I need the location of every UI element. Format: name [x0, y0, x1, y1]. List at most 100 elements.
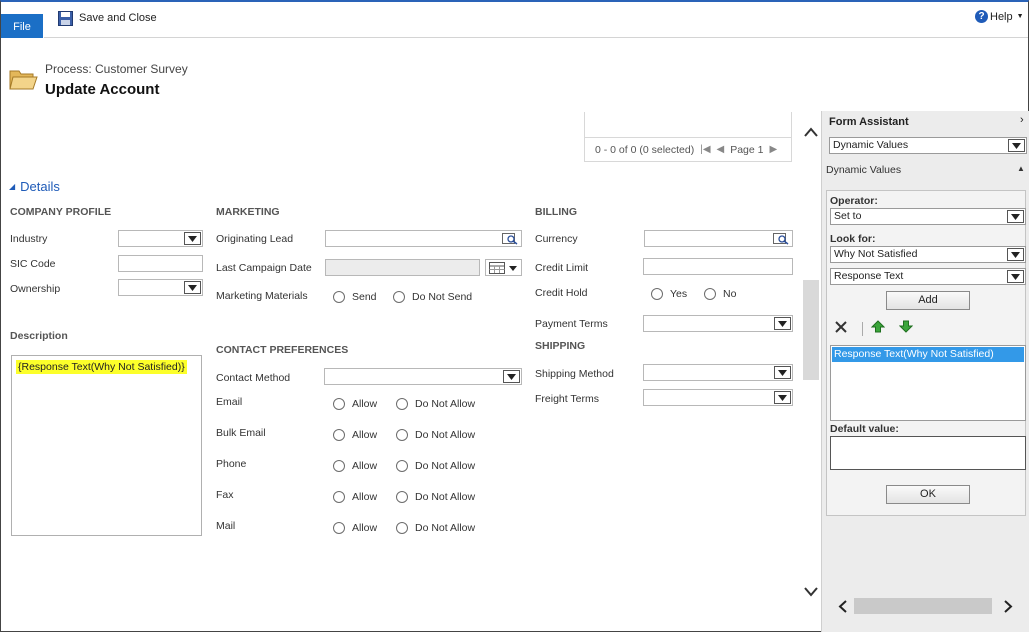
move-up-icon[interactable]: [871, 320, 885, 333]
chevron-down-icon: [1007, 270, 1024, 283]
allow-label: Allow: [352, 491, 378, 503]
email-allow-radio[interactable]: [333, 398, 345, 410]
details-section-header[interactable]: ◢ Details: [9, 179, 60, 194]
credit-hold-label: Credit Hold: [535, 287, 588, 299]
marketing-materials-label: Marketing Materials: [216, 290, 308, 302]
move-down-icon[interactable]: [899, 320, 913, 333]
no-label: No: [723, 288, 737, 300]
originating-lead-label: Originating Lead: [216, 233, 294, 245]
fax-allow-radio[interactable]: [333, 491, 345, 503]
chevron-down-icon: [1008, 139, 1025, 152]
form-assistant-title: Form Assistant: [829, 116, 909, 128]
mail-allow-option[interactable]: Allow: [333, 522, 377, 534]
send-radio[interactable]: [333, 291, 345, 303]
toolbar-divider: [44, 37, 1028, 38]
do-not-allow-label: Do Not Allow: [415, 522, 476, 534]
sic-code-label: SIC Code: [10, 258, 56, 270]
dynamic-values-list[interactable]: Response Text(Why Not Satisfied): [830, 345, 1026, 421]
description-textarea[interactable]: {Response Text(Why Not Satisfied)}: [11, 355, 202, 536]
operator-value: Set to: [834, 210, 862, 222]
bulk-email-do-not-allow-option[interactable]: Do Not Allow: [396, 429, 475, 441]
last-campaign-date-input: [325, 259, 480, 276]
fax-do-not-allow-option[interactable]: Do Not Allow: [396, 491, 475, 503]
save-and-close-button[interactable]: Save and Close: [58, 9, 157, 27]
save-icon: [58, 10, 73, 26]
collapse-up-icon[interactable]: ▲: [1017, 164, 1025, 173]
email-allow-option[interactable]: Allow: [333, 398, 377, 410]
industry-select[interactable]: [118, 230, 203, 247]
phone-do-not-allow-radio[interactable]: [396, 460, 408, 472]
email-do-not-allow-option[interactable]: Do Not Allow: [396, 398, 475, 410]
form-assistant-mode-select[interactable]: Dynamic Values: [829, 137, 1027, 154]
ownership-label: Ownership: [10, 283, 61, 295]
look-for-field-value: Response Text: [834, 270, 904, 282]
delete-icon[interactable]: [834, 320, 848, 334]
scroll-down-icon[interactable]: [804, 587, 818, 597]
fax-allow-option[interactable]: Allow: [333, 491, 377, 503]
details-label: Details: [20, 179, 60, 194]
scroll-left-icon[interactable]: [838, 600, 848, 613]
allow-label: Allow: [352, 398, 378, 410]
currency-lookup[interactable]: [644, 230, 793, 247]
credit-hold-no-radio[interactable]: [704, 288, 716, 300]
panel-hscrollbar-thumb[interactable]: [854, 598, 992, 614]
default-value-label: Default value:: [830, 423, 899, 435]
lookup-icon: [773, 233, 789, 245]
collapse-panel-icon[interactable]: ›: [1020, 114, 1024, 126]
date-picker-button[interactable]: [485, 259, 522, 276]
credit-limit-input[interactable]: [643, 258, 793, 275]
credit-hold-yes-radio[interactable]: [651, 288, 663, 300]
next-page-icon[interactable]: ▶: [770, 144, 778, 155]
form-scrollbar-thumb[interactable]: [803, 280, 819, 380]
mail-do-not-allow-option[interactable]: Do Not Allow: [396, 522, 475, 534]
mail-allow-radio[interactable]: [333, 522, 345, 534]
freight-terms-select[interactable]: [643, 389, 793, 406]
allow-label: Allow: [352, 429, 378, 441]
phone-label: Phone: [216, 458, 247, 470]
help-button[interactable]: ? Help ▼: [975, 10, 1024, 23]
bulk-email-label: Bulk Email: [216, 427, 266, 439]
add-button[interactable]: Add: [886, 291, 970, 310]
contact-method-select[interactable]: [324, 368, 522, 385]
bulk-email-do-not-allow-radio[interactable]: [396, 429, 408, 441]
do-not-send-option[interactable]: Do Not Send: [393, 291, 472, 303]
scroll-right-icon[interactable]: [1003, 600, 1013, 613]
sic-code-input[interactable]: [118, 255, 203, 272]
send-option[interactable]: Send: [333, 291, 377, 303]
operator-label: Operator:: [830, 195, 878, 207]
shipping-method-select[interactable]: [643, 364, 793, 381]
scroll-up-icon[interactable]: [804, 127, 818, 137]
email-do-not-allow-radio[interactable]: [396, 398, 408, 410]
ok-button[interactable]: OK: [886, 485, 970, 504]
mail-do-not-allow-radio[interactable]: [396, 522, 408, 534]
do-not-allow-label: Do Not Allow: [415, 491, 476, 503]
chevron-down-icon: [184, 232, 201, 245]
originating-lead-lookup[interactable]: [325, 230, 522, 247]
fax-do-not-allow-radio[interactable]: [396, 491, 408, 503]
list-item[interactable]: Response Text(Why Not Satisfied): [832, 347, 1024, 362]
chevron-down-icon: [1007, 210, 1024, 223]
payment-terms-select[interactable]: [643, 315, 793, 332]
chevron-down-icon: [774, 391, 791, 404]
phone-do-not-allow-option[interactable]: Do Not Allow: [396, 460, 475, 472]
credit-hold-yes-option[interactable]: Yes: [651, 288, 687, 300]
first-page-icon[interactable]: |◀: [700, 144, 710, 155]
bulk-email-allow-radio[interactable]: [333, 429, 345, 441]
phone-allow-radio[interactable]: [333, 460, 345, 472]
look-for-entity-select[interactable]: Why Not Satisfied: [830, 246, 1026, 263]
previous-page-icon[interactable]: ◀: [717, 144, 725, 155]
page-title: Update Account: [45, 81, 160, 98]
do-not-allow-label: Do Not Allow: [415, 460, 476, 472]
credit-hold-no-option[interactable]: No: [704, 288, 736, 300]
ownership-select[interactable]: [118, 279, 203, 296]
industry-label: Industry: [10, 233, 48, 245]
bulk-email-allow-option[interactable]: Allow: [333, 429, 377, 441]
billing-heading: BILLING: [535, 206, 577, 218]
phone-allow-option[interactable]: Allow: [333, 460, 377, 472]
do-not-send-radio[interactable]: [393, 291, 405, 303]
default-value-input[interactable]: [830, 436, 1026, 470]
operator-select[interactable]: Set to: [830, 208, 1026, 225]
chevron-down-icon: [1007, 248, 1024, 261]
file-tab[interactable]: File: [1, 14, 43, 38]
look-for-field-select[interactable]: Response Text: [830, 268, 1026, 285]
